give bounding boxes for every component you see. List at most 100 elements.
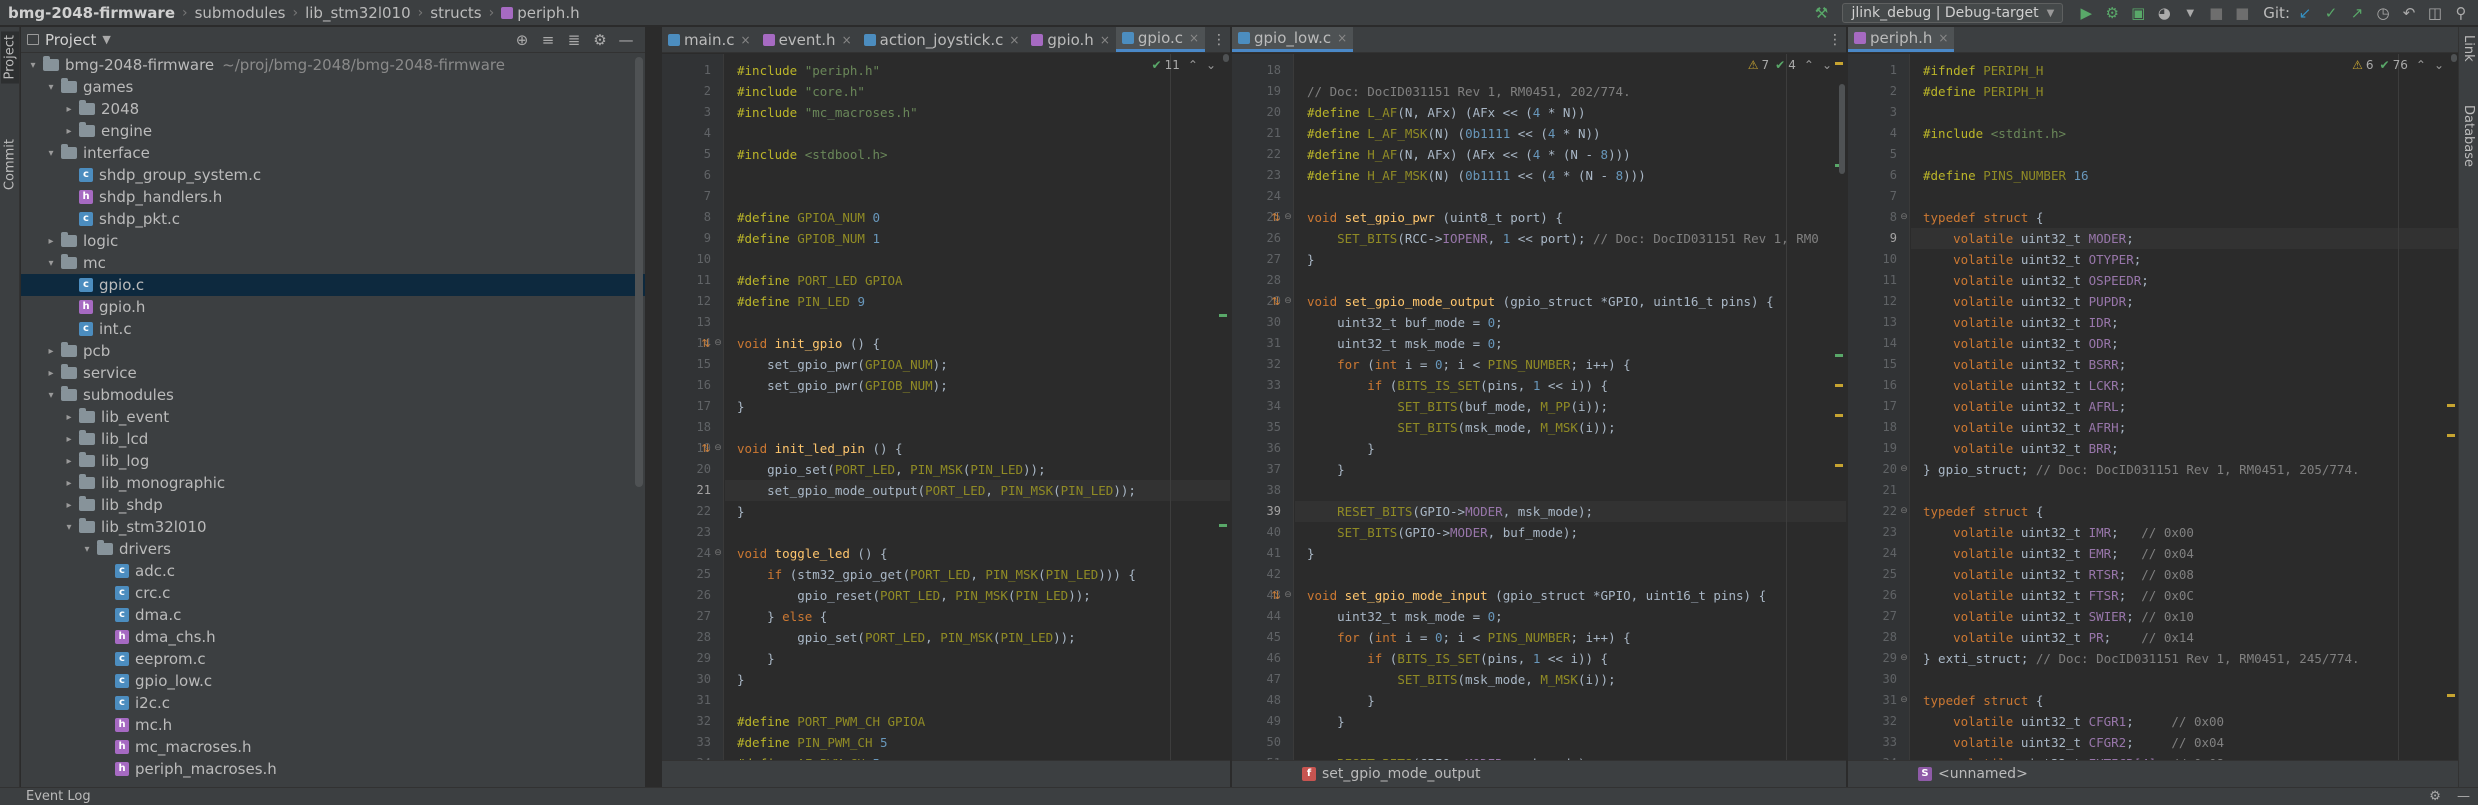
chevron-right-icon[interactable]: ▸ bbox=[61, 126, 77, 137]
search-everywhere-icon[interactable]: ⚲ bbox=[2448, 0, 2474, 26]
chevron-down-icon[interactable]: ▾ bbox=[61, 522, 77, 533]
chevron-right-icon[interactable]: ▸ bbox=[61, 500, 77, 511]
tree-item[interactable]: h periph_macroses.h bbox=[21, 758, 645, 780]
gear-icon[interactable]: ⚙ bbox=[2429, 789, 2441, 804]
fold-icon[interactable]: ⊖ bbox=[1283, 585, 1293, 606]
run-configuration-selector[interactable]: jlink_debug | Debug-target ▼ bbox=[1842, 3, 2064, 23]
project-panel-title[interactable]: Project bbox=[45, 31, 96, 49]
editor-periph-h[interactable]: 1 2 3 4 5 6 7 8 ⊖ 9 10 11 12 13 14 15 16 17 18 19 20 ⊖ 21 22 ⊖ 23… bbox=[1848, 54, 2458, 760]
line-number-gutter[interactable]: 1 2 3 4 5 6 7 8 9 10 11 12 13 14 ⊖ ⇅ 15 16 17 18 19 ⊖ ⇅ 20 21 22 2… bbox=[662, 54, 724, 760]
more-run-options-icon[interactable]: ▼ bbox=[2177, 0, 2203, 26]
tree-item[interactable]: c int.c bbox=[21, 318, 645, 340]
chevron-down-icon[interactable]: ▼ bbox=[102, 33, 110, 46]
struct-breadcrumb[interactable]: <unnamed> bbox=[1938, 766, 2028, 782]
fold-icon[interactable]: ⊖ bbox=[1899, 207, 1909, 228]
stripe-marker[interactable] bbox=[1835, 384, 1843, 387]
tree-item[interactable]: ▸ logic bbox=[21, 230, 645, 252]
editor-breadcrumb-right[interactable]: S <unnamed> bbox=[1848, 760, 2458, 787]
inspection-widget[interactable]: ✔ 11 ⌃ ⌄ bbox=[1146, 58, 1216, 72]
chevron-right-icon[interactable]: ▸ bbox=[61, 456, 77, 467]
editor-tab[interactable]: event.h × bbox=[757, 27, 858, 52]
chevron-right-icon[interactable]: ▸ bbox=[61, 412, 77, 423]
tree-item[interactable]: ▾ bmg-2048-firmware ~/proj/bmg-2048/bmg-20… bbox=[21, 54, 645, 76]
tree-item[interactable]: ▾ mc bbox=[21, 252, 645, 274]
stripe-marker[interactable] bbox=[2447, 694, 2455, 697]
chevron-down-icon[interactable]: ▾ bbox=[43, 258, 59, 269]
tree-item[interactable]: ▸ service bbox=[21, 362, 645, 384]
tree-item[interactable]: h dma_chs.h bbox=[21, 626, 645, 648]
error-stripe[interactable] bbox=[1216, 54, 1230, 760]
stripe-marker[interactable] bbox=[1835, 414, 1843, 417]
link-tool-tab[interactable]: Link bbox=[2461, 31, 2476, 66]
gear-icon[interactable]: ⚙ bbox=[587, 31, 613, 49]
error-stripe[interactable] bbox=[2444, 54, 2458, 760]
close-icon[interactable]: × bbox=[1009, 33, 1019, 47]
commit-tool-tab[interactable]: Commit bbox=[1, 135, 19, 194]
inspection-widget[interactable]: ⚠ 7 ✔ 4 ⌃ ⌄ bbox=[1748, 58, 1832, 72]
git-push-icon[interactable]: ↗ bbox=[2344, 0, 2370, 26]
next-highlight-icon[interactable]: ⌄ bbox=[1822, 58, 1832, 72]
fold-icon[interactable]: ⊖ bbox=[1899, 501, 1909, 522]
tree-item[interactable]: h gpio.h bbox=[21, 296, 645, 318]
tree-item[interactable]: c dma.c bbox=[21, 604, 645, 626]
tree-item[interactable]: ▸ lib_shdp bbox=[21, 494, 645, 516]
attach-icon[interactable]: ■ bbox=[2229, 0, 2255, 26]
stripe-marker[interactable] bbox=[1835, 354, 1843, 357]
tree-item[interactable]: ▾ drivers bbox=[21, 538, 645, 560]
tree-item[interactable]: c gpio_low.c bbox=[21, 670, 645, 692]
tree-item[interactable]: ▸ engine bbox=[21, 120, 645, 142]
tree-item[interactable]: ▸ lib_log bbox=[21, 450, 645, 472]
fold-icon[interactable]: ⊖ bbox=[713, 438, 723, 459]
tree-item[interactable]: ▾ lib_stm32l010 bbox=[21, 516, 645, 538]
editor-tab[interactable]: main.c × bbox=[662, 27, 757, 52]
collapse-all-icon[interactable]: ≣ bbox=[561, 31, 587, 49]
tree-item[interactable]: ▾ games bbox=[21, 76, 645, 98]
fold-icon[interactable]: ⊖ bbox=[1899, 648, 1909, 669]
editor-tab[interactable]: action_joystick.c × bbox=[858, 27, 1026, 52]
close-icon[interactable]: × bbox=[1337, 31, 1347, 45]
stripe-marker[interactable] bbox=[2447, 404, 2455, 407]
chevron-down-icon[interactable]: ▾ bbox=[25, 60, 41, 71]
fold-icon[interactable]: ⊖ bbox=[1899, 690, 1909, 711]
git-commit-icon[interactable]: ✓ bbox=[2318, 0, 2344, 26]
tree-item[interactable]: ▾ interface bbox=[21, 142, 645, 164]
database-tool-tab[interactable]: Database bbox=[2461, 101, 2476, 171]
editor-tab[interactable]: gpio_low.c × bbox=[1232, 27, 1354, 52]
chevron-right-icon[interactable]: ▸ bbox=[43, 236, 59, 247]
tree-item[interactable]: ▸ lib_monographic bbox=[21, 472, 645, 494]
breadcrumb-item[interactable]: bmg-2048-firmware bbox=[8, 4, 175, 22]
build-hammer-icon[interactable]: ⚒ bbox=[1808, 0, 1834, 26]
tree-item[interactable]: c i2c.c bbox=[21, 692, 645, 714]
expand-all-icon[interactable]: ≡ bbox=[535, 31, 561, 49]
tree-item[interactable]: c adc.c bbox=[21, 560, 645, 582]
fold-icon[interactable]: ⊖ bbox=[713, 543, 723, 564]
tree-item[interactable]: c gpio.c bbox=[21, 274, 645, 296]
run-with-coverage-icon[interactable]: ▣ bbox=[2125, 0, 2151, 26]
git-update-icon[interactable]: ↙ bbox=[2292, 0, 2318, 26]
navigate-declaration-icon[interactable]: ⇅ bbox=[1270, 585, 1282, 606]
editor-scrollbar[interactable] bbox=[1839, 84, 1845, 174]
rollback-icon[interactable]: ↶ bbox=[2396, 0, 2422, 26]
navigate-declaration-icon[interactable]: ⇅ bbox=[1270, 207, 1282, 228]
tree-item[interactable]: h shdp_handlers.h bbox=[21, 186, 645, 208]
locate-file-icon[interactable]: ⊕ bbox=[509, 31, 535, 49]
close-icon[interactable]: × bbox=[842, 33, 852, 47]
close-icon[interactable]: × bbox=[741, 33, 751, 47]
hide-panel-icon[interactable]: — bbox=[613, 31, 639, 49]
more-tabs-icon[interactable]: ⋮ bbox=[1212, 32, 1226, 48]
run-icon[interactable]: ▶ bbox=[2073, 0, 2099, 26]
tree-item[interactable]: ▸ lib_event bbox=[21, 406, 645, 428]
chevron-right-icon[interactable]: ▸ bbox=[61, 434, 77, 445]
editor-tab[interactable]: gpio.h × bbox=[1025, 27, 1115, 52]
previous-highlight-icon[interactable]: ⌃ bbox=[1804, 58, 1814, 72]
function-breadcrumb[interactable]: set_gpio_mode_output bbox=[1322, 766, 1481, 782]
history-clock-icon[interactable]: ◷ bbox=[2370, 0, 2396, 26]
tree-item[interactable]: c eeprom.c bbox=[21, 648, 645, 670]
breadcrumb-item[interactable]: structs bbox=[430, 4, 481, 22]
navigate-declaration-icon[interactable]: ⇅ bbox=[700, 438, 712, 459]
code-area[interactable]: #ifndef PERIPH_H #define PERIPH_H #include… bbox=[1911, 54, 2458, 760]
tree-item[interactable]: c shdp_pkt.c bbox=[21, 208, 645, 230]
chevron-down-icon[interactable]: ▾ bbox=[79, 544, 95, 555]
event-log-button[interactable]: Event Log bbox=[26, 788, 91, 805]
more-tabs-icon[interactable]: ⋮ bbox=[1828, 32, 1842, 48]
